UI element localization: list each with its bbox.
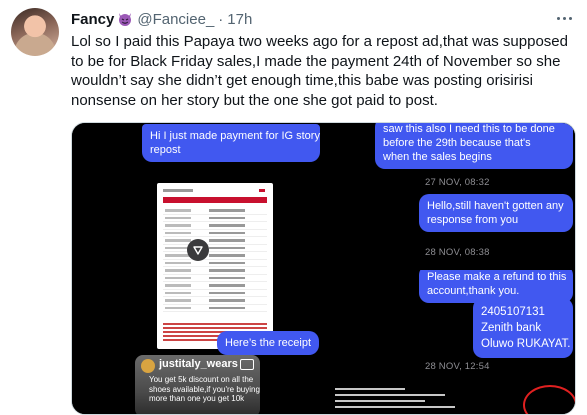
- document-snippet: [327, 382, 527, 414]
- story-caption: You get 5k discount on all the shoes ava…: [149, 375, 260, 404]
- message-line: before the 29th because that's: [383, 137, 531, 149]
- tweet-time[interactable]: 17h: [227, 11, 252, 28]
- tweet-header: Fancy @Fanciee_ · 17h: [71, 9, 252, 29]
- story-caption-line: shoes available,if you're buying: [149, 384, 260, 394]
- chat-bubble-sent: Hello,still haven't gotten any response …: [419, 194, 573, 232]
- store-logo-icon: [141, 359, 155, 373]
- message-line: response from you: [427, 214, 519, 226]
- play-icon[interactable]: [187, 239, 209, 261]
- tweet-media-grid[interactable]: Hi I just made payment for IG story repo…: [71, 122, 576, 415]
- tweet-text-line: wouldn’t say she didn’t get enough time,…: [71, 72, 533, 90]
- message-line: Hello,still haven't gotten any: [427, 200, 564, 212]
- highlight-circle: [523, 385, 575, 414]
- story-preview: justitaly_wears You get 5k discount on a…: [135, 355, 260, 414]
- camera-icon: [240, 359, 254, 370]
- story-handle: justitaly_wears: [159, 358, 238, 370]
- chat-bubble-sent: Hi I just made payment for IG story repo…: [142, 124, 320, 162]
- story-caption-line: more than one you get 10k: [149, 394, 245, 403]
- media-image-2[interactable]: saw this also I need this to be done bef…: [327, 123, 575, 268]
- message-timestamp: 27 NOV, 08:32: [425, 177, 490, 188]
- devil-emoji-icon: [119, 13, 132, 26]
- account-name: Oluwo RUKAYAT.: [481, 338, 571, 350]
- separator-dot: ·: [218, 10, 224, 28]
- author-handle[interactable]: @Fanciee_: [137, 11, 214, 28]
- message-line: account,thank you.: [427, 285, 520, 297]
- message-timestamp: 28 NOV, 12:54: [425, 361, 490, 372]
- tweet-text-line: Lol so I paid this Papaya two weeks ago …: [71, 33, 568, 50]
- media-image-1[interactable]: Hi I just made payment for IG story repo…: [72, 123, 325, 414]
- message-line: Hi I just made payment for IG story: [150, 130, 320, 142]
- author-name[interactable]: Fancy: [71, 11, 114, 28]
- account-number: 2405107131: [481, 306, 545, 318]
- more-options-icon[interactable]: [554, 9, 574, 27]
- author-avatar[interactable]: [11, 8, 59, 56]
- message-line: repost: [150, 144, 181, 156]
- tweet-text-line: nonsense on her story but the one she go…: [71, 92, 438, 110]
- chat-bubble-sent: Here’s the receipt: [217, 331, 320, 355]
- chat-bubble-account-details: 2405107131 Zenith bank Oluwo RUKAYAT.: [473, 298, 573, 358]
- chat-bubble-sent: saw this also I need this to be done bef…: [375, 123, 573, 169]
- bank-name: Zenith bank: [481, 322, 542, 334]
- receipt-image: [157, 183, 273, 349]
- story-caption-line: You get 5k discount on all the: [149, 375, 254, 384]
- message-line: saw this also I need this to be done: [383, 123, 555, 135]
- tweet-text-line: to be for Black Friday sales,I made the …: [71, 52, 561, 70]
- media-image-3[interactable]: Please make a refund to this account,tha…: [327, 270, 575, 414]
- message-timestamp: 28 NOV, 08:38: [425, 247, 490, 258]
- tweet-text: Lol so I paid this Papaya two weeks ago …: [71, 32, 583, 111]
- message-line: when the sales begins: [383, 151, 492, 163]
- message-line: Please make a refund to this: [427, 271, 567, 283]
